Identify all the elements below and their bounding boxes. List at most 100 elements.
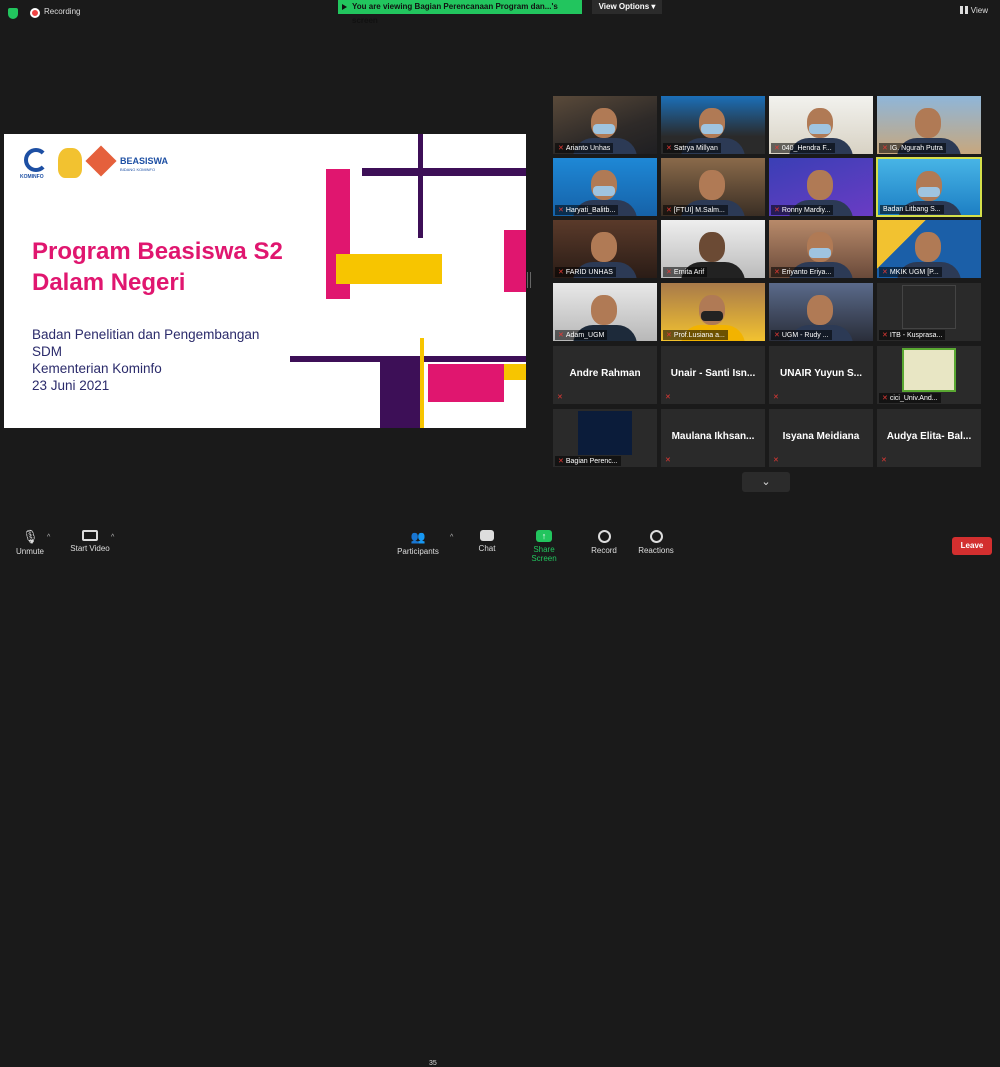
participant-tile[interactable]: ✕ ITB - Kusprasa...	[877, 283, 981, 341]
leave-button[interactable]: Leave	[952, 537, 992, 555]
participant-tile[interactable]: Andre Rahman ✕	[553, 346, 657, 404]
participant-tile[interactable]: ✕ [FTUI] M.Salm...	[661, 158, 765, 216]
face-mask	[701, 124, 723, 134]
participants-options-caret-icon[interactable]: ^	[450, 534, 453, 541]
mic-muted-icon: ✕	[773, 394, 779, 401]
reactions-icon	[649, 530, 663, 543]
mic-muted-icon: ✕	[882, 332, 888, 339]
beasiswa-logo-subtext: BIDANG KOMINFO	[120, 167, 156, 172]
mic-muted-icon: ✕	[558, 145, 564, 152]
participant-name: ✕ Arianto Unhas	[555, 143, 614, 153]
participant-tile-active-speaker[interactable]: Badan Litbang S...	[876, 157, 982, 217]
share-banner-text: You are viewing Bagian Perencanaan Progr…	[352, 2, 558, 25]
chat-button[interactable]: Chat	[472, 530, 502, 553]
panel-splitter-handle[interactable]	[527, 272, 531, 288]
unmute-button[interactable]: 🎙 Unmute	[12, 530, 48, 557]
slide-title-line1: Program Beasiswa S2	[32, 238, 283, 265]
mic-muted-icon: ✕	[665, 394, 671, 401]
face-mask	[701, 311, 723, 321]
video-options-caret-icon[interactable]: ^	[111, 534, 114, 541]
start-video-button[interactable]: Start Video	[68, 530, 112, 553]
mic-muted-icon: ✕	[774, 145, 780, 152]
participant-tile[interactable]: ✕ Adam_UGM	[553, 283, 657, 341]
video-face	[807, 295, 833, 325]
participant-name: ✕ Eriyanto Eriya...	[771, 267, 835, 277]
participants-icon: 👥	[410, 530, 426, 544]
participant-name-text: Ernita Arif	[673, 269, 705, 276]
mic-muted-icon: ✕	[881, 457, 887, 464]
participant-name: ✕ IG. Ngurah Putra	[879, 143, 946, 153]
participant-avatar	[902, 348, 956, 392]
participant-tile[interactable]: ✕ IG. Ngurah Putra	[877, 96, 981, 154]
face-mask	[918, 187, 940, 197]
mic-muted-icon: ✕	[666, 145, 672, 152]
participant-tile[interactable]: Unair - Santi Isn... ✕	[661, 346, 765, 404]
participant-name-text: FARID UNHAS	[565, 269, 613, 276]
deco-yellow-bar-mid	[336, 254, 442, 284]
participant-tile[interactable]: UNAIR Yuyun S... ✕	[769, 346, 873, 404]
participant-name: ✕ 040_Hendra F...	[771, 143, 835, 153]
mic-muted-icon: ✕	[558, 269, 564, 276]
mascot-logo	[58, 148, 82, 178]
participant-name: ✕ Ronny Mardiy...	[771, 205, 834, 215]
participant-name-text: Eriyanto Eriya...	[781, 269, 832, 276]
leave-label: Leave	[960, 541, 984, 550]
reactions-button[interactable]: Reactions	[636, 530, 676, 555]
face-mask	[593, 124, 615, 134]
recording-label: Recording	[44, 7, 81, 16]
participant-tile[interactable]: ✕ Haryati_Balitb...	[553, 158, 657, 216]
participant-tile[interactable]: ✕ Ronny Mardiy...	[769, 158, 873, 216]
meeting-toolbar: 🎙 Unmute ^ Start Video ^ 👥 Participants …	[0, 526, 1000, 1067]
beasiswa-logo	[85, 145, 117, 177]
face-mask	[809, 248, 831, 258]
participant-tile[interactable]: ✕ Bagian Perenc...	[553, 409, 657, 467]
participant-name-text: ITB - Kusprasa...	[889, 332, 943, 339]
participants-button[interactable]: 👥 Participants	[396, 530, 440, 556]
view-button[interactable]: View	[959, 6, 988, 15]
participant-name-text: Satrya Millyan	[673, 145, 718, 152]
mic-muted-icon: ✕	[774, 207, 780, 214]
participant-tile[interactable]: ✕ MKIK UGM [P...	[877, 220, 981, 278]
record-label: Record	[591, 546, 617, 555]
participant-tile[interactable]: ✕ Arianto Unhas	[553, 96, 657, 154]
participant-tile[interactable]: ✕ 040_Hendra F...	[769, 96, 873, 154]
security-shield-icon[interactable]	[8, 8, 18, 19]
deco-purple-horizontal-top	[362, 168, 526, 176]
video-face	[915, 232, 941, 262]
record-button[interactable]: Record	[588, 530, 620, 555]
participant-tile[interactable]: Audya Elita- Bal... ✕	[877, 409, 981, 467]
participant-name: ✕ cici_Univ.And...	[879, 393, 941, 403]
participant-name-text: Adam_UGM	[565, 332, 605, 339]
participant-tile[interactable]: Maulana Ikhsan... ✕	[661, 409, 765, 467]
participant-name-text: Prof.Lusiana a...	[673, 332, 725, 339]
slide-body-line2: SDM	[32, 344, 62, 359]
kominfo-logo-text: KOMINFO	[20, 174, 44, 180]
participant-tile[interactable]: ✕ cici_Univ.And...	[877, 346, 981, 404]
participant-name-text: IG. Ngurah Putra	[889, 145, 943, 152]
participant-tile[interactable]: Isyana Meidiana ✕	[769, 409, 873, 467]
participant-tile[interactable]: ✕ Satrya Millyan	[661, 96, 765, 154]
grid-view-icon	[959, 6, 968, 14]
kominfo-logo	[24, 148, 48, 172]
participant-tile[interactable]: ✕ Prof.Lusiana a...	[661, 283, 765, 341]
mic-muted-icon: ✕	[882, 145, 888, 152]
recording-icon	[30, 8, 40, 18]
view-options-button[interactable]: View Options ▾	[592, 0, 662, 14]
participant-tile[interactable]: ✕ FARID UNHAS	[553, 220, 657, 278]
mic-muted-icon: ✕	[557, 394, 563, 401]
participant-tile[interactable]: ✕ UGM - Rudy ...	[769, 283, 873, 341]
audio-options-caret-icon[interactable]: ^	[47, 534, 50, 541]
participant-name-text: MKIK UGM [P...	[889, 269, 939, 276]
share-screen-button[interactable]: ↑ Share Screen	[520, 530, 568, 563]
gallery-next-page-button[interactable]: ⌄	[742, 472, 790, 492]
viewing-share-banner: You are viewing Bagian Perencanaan Progr…	[338, 0, 582, 25]
record-icon	[597, 530, 611, 543]
mic-muted-icon: ✕	[665, 457, 671, 464]
deco-pink-bar-right	[504, 230, 526, 292]
participant-tile[interactable]: ✕ Eriyanto Eriya...	[769, 220, 873, 278]
slide-title: Program Beasiswa S2 Dalam Negeri	[32, 236, 283, 298]
participant-tile[interactable]: ✕ Ernita Arif	[661, 220, 765, 278]
mic-muted-icon: ✕	[558, 332, 564, 339]
deco-purple-block-bottom	[380, 358, 420, 428]
share-screen-icon: ↑	[536, 530, 552, 542]
